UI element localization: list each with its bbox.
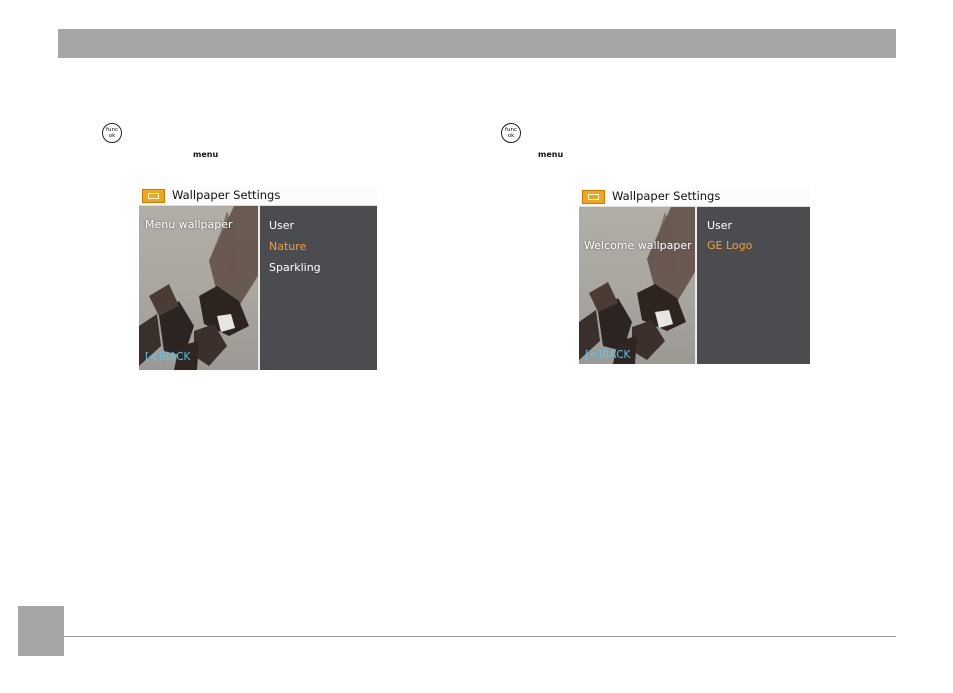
wallpaper-preview: Welcome wallpaper [<]BACK	[579, 207, 695, 364]
func-ok-button-icon: func ok	[102, 123, 122, 143]
footer-rule	[64, 636, 896, 637]
camera-screen-menu-wallpaper: Wallpaper Settings Menu wallpaper [<]BAC…	[139, 187, 377, 370]
welcome-wallpaper-label: Welcome wallpaper	[584, 239, 692, 252]
ok-label: ok	[507, 133, 515, 139]
screen-title-bar: Wallpaper Settings	[139, 187, 377, 206]
option-sparkling[interactable]: Sparkling	[269, 261, 321, 274]
option-user[interactable]: User	[707, 219, 732, 232]
screen-title-bar: Wallpaper Settings	[579, 188, 810, 207]
func-ok-button-icon: func ok	[501, 123, 521, 143]
screen-title: Wallpaper Settings	[172, 188, 281, 202]
back-arrow-icon: [<]	[145, 351, 162, 363]
option-user[interactable]: User	[269, 219, 294, 232]
wallpaper-settings-icon	[582, 190, 605, 204]
back-button[interactable]: [<]BACK	[145, 351, 190, 363]
back-label: BACK	[162, 351, 191, 363]
menu-key-label: menu	[193, 150, 219, 159]
wallpaper-options-panel: User GE Logo	[697, 207, 810, 364]
option-ge-logo[interactable]: GE Logo	[707, 239, 752, 252]
page-number-tab	[18, 606, 64, 656]
wallpaper-settings-icon	[142, 189, 165, 203]
ok-label: ok	[108, 133, 116, 139]
flower-wallpaper-image	[579, 207, 695, 364]
wallpaper-options-panel: User Nature Sparkling	[260, 206, 377, 370]
menu-key-label: menu	[538, 150, 564, 159]
back-label: BACK	[602, 349, 631, 361]
menu-wallpaper-label: Menu wallpaper	[145, 218, 233, 231]
option-nature[interactable]: Nature	[269, 240, 306, 253]
screen-title: Wallpaper Settings	[612, 189, 721, 203]
camera-screen-welcome-wallpaper: Wallpaper Settings Welcome wallpaper [<]…	[579, 188, 810, 364]
section-header-bar	[58, 29, 896, 58]
back-arrow-icon: [<]	[585, 349, 602, 361]
wallpaper-preview: Menu wallpaper [<]BACK	[139, 206, 258, 370]
back-button[interactable]: [<]BACK	[585, 349, 630, 361]
